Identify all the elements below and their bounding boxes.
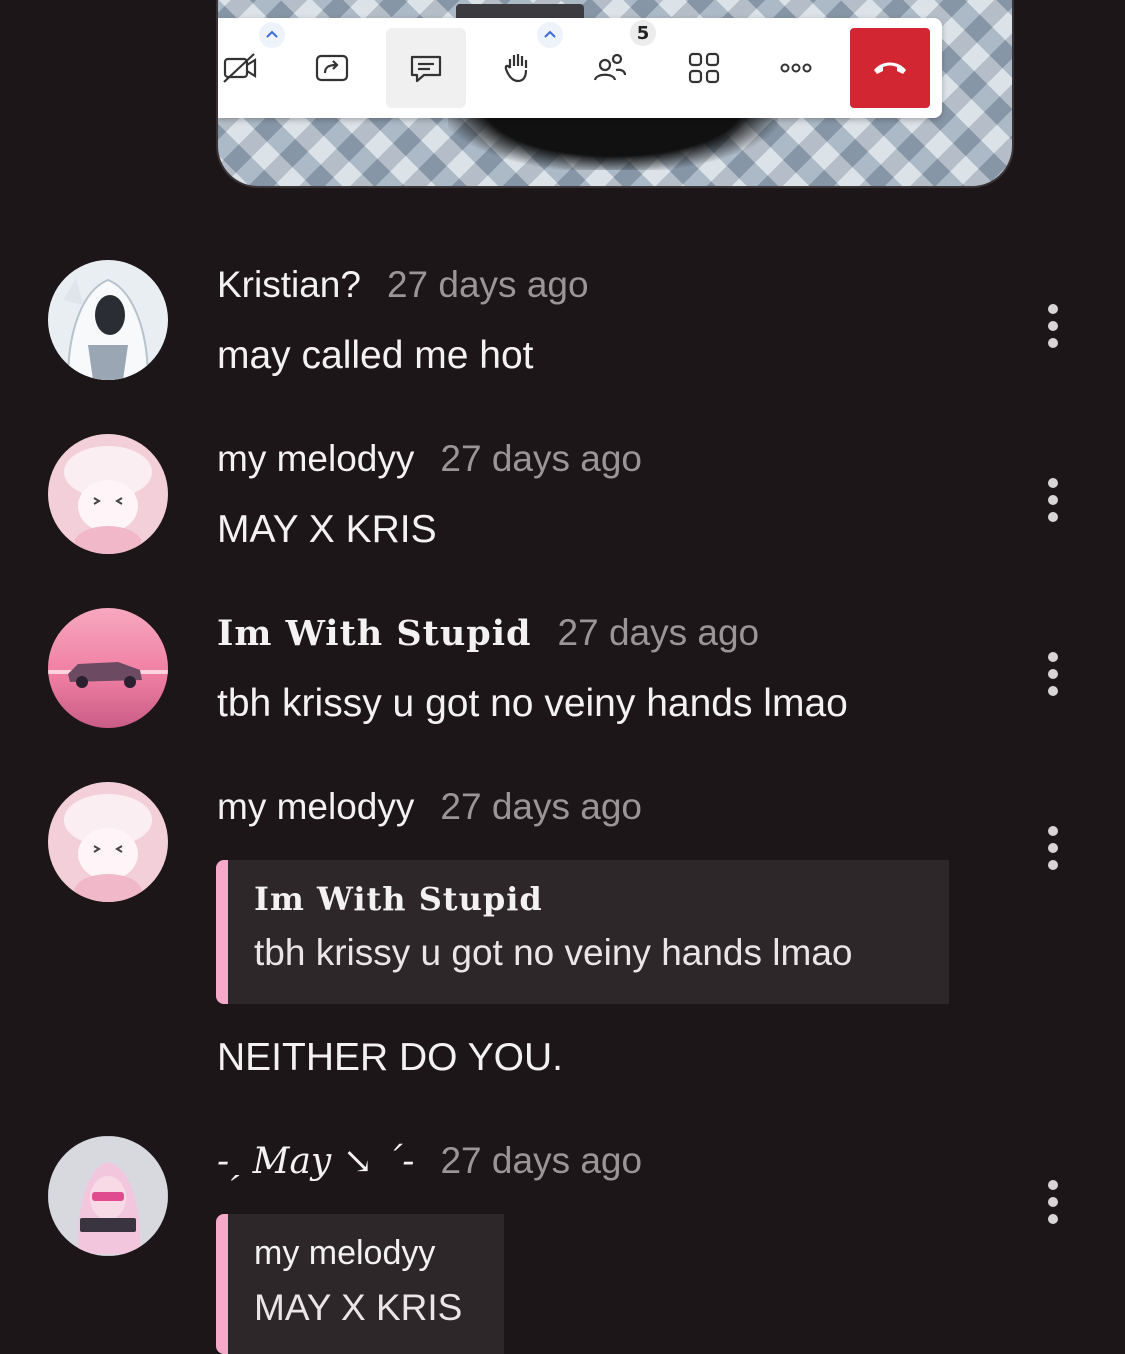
quoted-text: tbh krissy u got no veiny hands lmao	[254, 932, 853, 973]
comment-timestamp: 27 days ago	[557, 612, 760, 653]
chat-icon	[410, 55, 442, 83]
comment-author[interactable]: my melodyy	[217, 786, 414, 828]
comment-text: tbh krissy u got no veiny hands lmao	[217, 682, 848, 725]
comment-timestamp: 27 days ago	[440, 1140, 643, 1181]
quoted-text: MAY X KRIS	[254, 1287, 463, 1328]
quoted-reply[interactable]: Im With Stupid tbh krissy u got no veiny…	[216, 860, 949, 1004]
more-vertical-icon	[1048, 304, 1058, 314]
end-call-icon	[874, 62, 906, 74]
comment-author[interactable]: my melodyy	[217, 438, 414, 480]
avatar[interactable]	[48, 434, 168, 554]
share-screen-button[interactable]	[292, 28, 372, 108]
share-screen-icon	[315, 54, 349, 82]
comment-header: my melodyy 27 days ago	[217, 438, 642, 480]
avatar[interactable]	[48, 782, 168, 902]
end-call-button[interactable]	[850, 28, 930, 108]
comment-more-button[interactable]	[1040, 826, 1066, 870]
comment-more-button[interactable]	[1040, 478, 1066, 522]
chevron-up-icon	[544, 30, 556, 38]
comment-more-button[interactable]	[1040, 1180, 1066, 1224]
more-vertical-icon	[1048, 1180, 1058, 1190]
reactions-options-caret[interactable]	[537, 22, 563, 48]
quoted-reply[interactable]: my melodyy MAY X KRIS	[216, 1214, 504, 1354]
chevron-up-icon	[266, 30, 278, 38]
comment-more-button[interactable]	[1040, 652, 1066, 696]
comment-text: may called me hot	[217, 334, 534, 377]
comment-text: MAY X KRIS	[217, 508, 437, 551]
more-options-icon	[780, 63, 812, 73]
comment-header: Kristian? 27 days ago	[217, 264, 589, 306]
participants-count-badge: 5	[630, 20, 656, 46]
comment-more-button[interactable]	[1040, 304, 1066, 348]
avatar[interactable]	[48, 1136, 168, 1256]
call-toolbar: 5	[218, 18, 942, 118]
chat-button[interactable]	[386, 28, 466, 108]
more-options-button[interactable]	[756, 28, 836, 108]
more-vertical-icon	[1048, 478, 1058, 488]
more-vertical-icon	[1048, 652, 1058, 662]
comment-author[interactable]: Im With Stupid	[217, 613, 532, 654]
avatar[interactable]	[48, 608, 168, 728]
camera-options-caret[interactable]	[259, 22, 285, 48]
view-grid-button[interactable]	[664, 28, 744, 108]
comment-header: -ˏ May ↘ ˊ- 27 days ago	[217, 1140, 642, 1182]
avatar[interactable]	[48, 260, 168, 380]
comment-timestamp: 27 days ago	[386, 264, 589, 305]
attached-image[interactable]: 5	[216, 0, 1014, 188]
view-grid-icon	[688, 52, 720, 84]
quoted-author: my melodyy	[254, 1234, 436, 1272]
participants-icon	[593, 53, 627, 81]
raise-hand-icon	[504, 54, 528, 83]
comment-timestamp: 27 days ago	[440, 438, 642, 479]
comment-text: NEITHER DO YOU.	[217, 1036, 563, 1079]
quoted-author: Im With Stupid	[254, 880, 543, 918]
comment-author[interactable]: Kristian?	[217, 264, 361, 306]
comment-author[interactable]: -ˏ May ↘ ˊ-	[217, 1140, 414, 1182]
more-vertical-icon	[1048, 826, 1058, 836]
comment-header: Im With Stupid 27 days ago	[217, 612, 759, 654]
comment-header: my melodyy 27 days ago	[217, 786, 642, 828]
camera-off-icon	[223, 53, 257, 83]
comment-timestamp: 27 days ago	[440, 786, 642, 827]
